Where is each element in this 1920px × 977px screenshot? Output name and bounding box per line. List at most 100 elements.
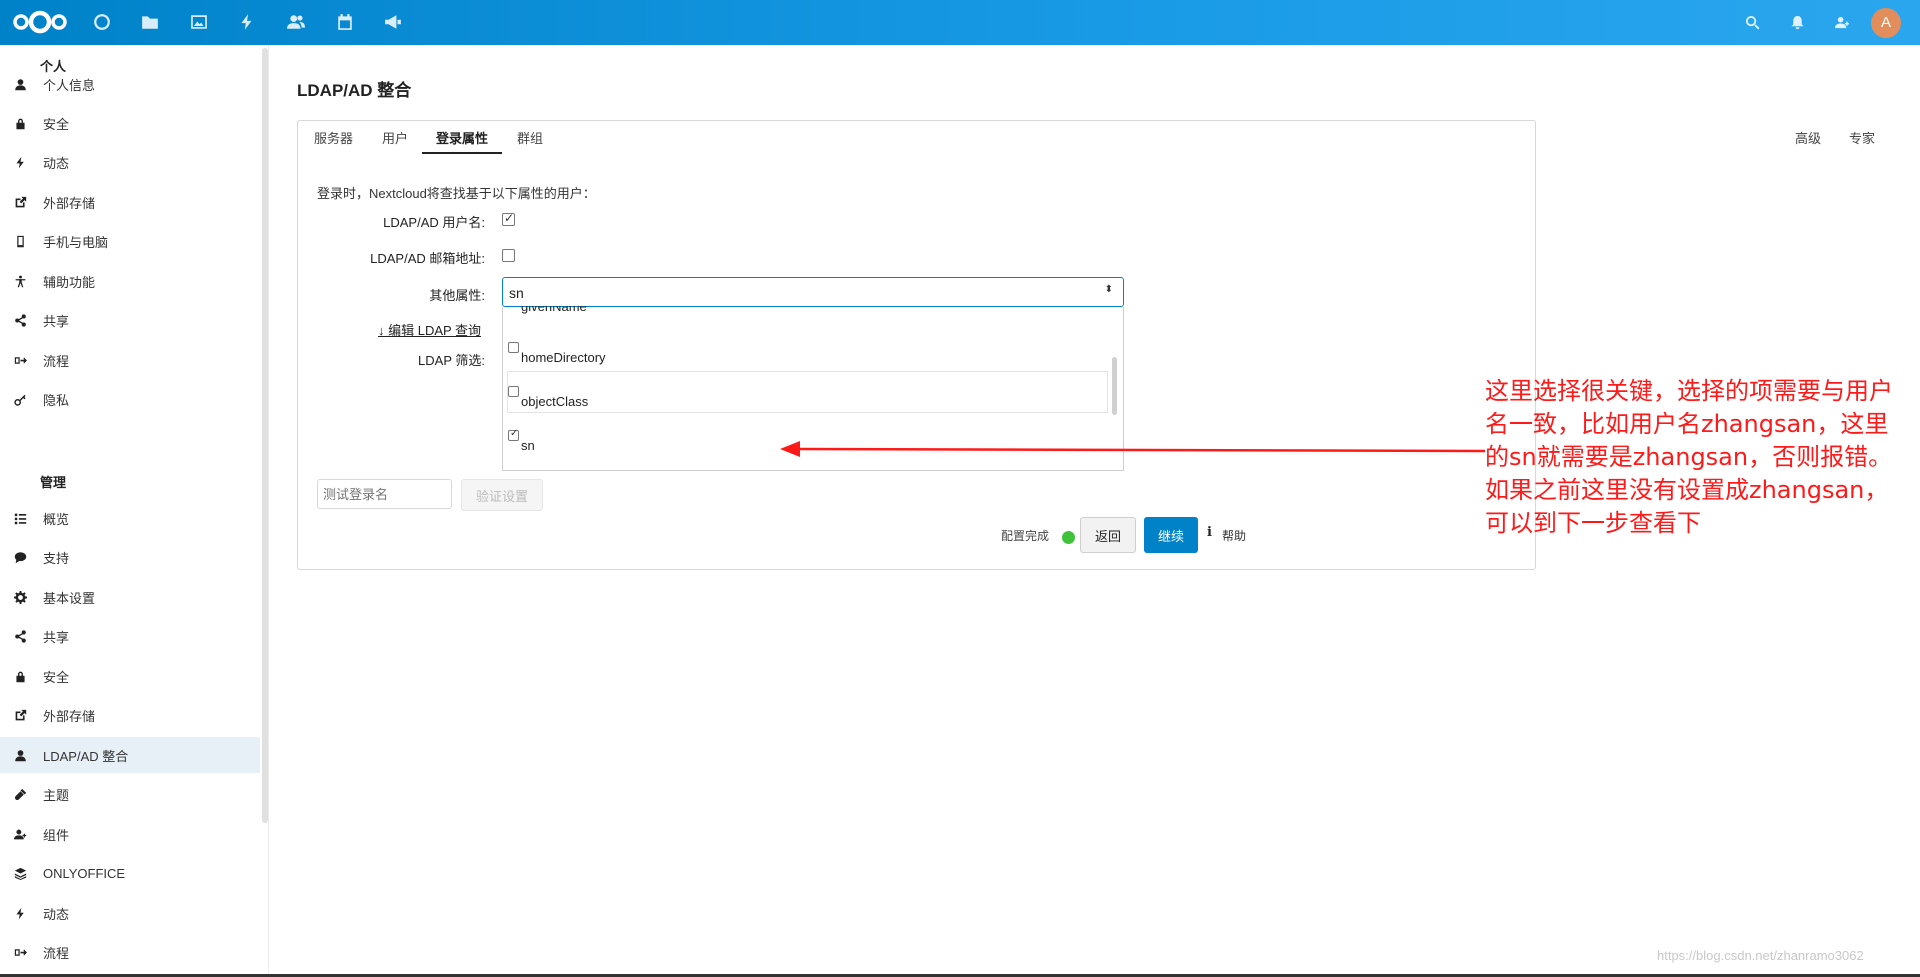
sidebar-item-activity[interactable]: 动态 [0,144,260,180]
sidebar-item-label: 基本设置 [43,590,96,606]
sidebar-item-personal-info[interactable]: 个人信息 [0,66,260,102]
active-tab-indicator [422,152,502,154]
verify-settings-button[interactable]: 验证设置 [461,479,543,511]
files-icon[interactable] [139,11,161,33]
sidebar-item-mobile-desktop[interactable]: 手机与电脑 [0,223,260,259]
sidebar-item-label: 动态 [43,155,70,171]
dropdown-option-homedirectory[interactable]: homeDirectory [521,350,606,365]
sidebar-item-label: 安全 [43,669,70,685]
sidebar-item-admin-sharing[interactable]: 共享 [0,618,260,654]
dropdown-hover-row [507,371,1108,413]
user-icon [13,748,27,762]
sidebar-item-admin-security[interactable]: 安全 [0,658,260,694]
back-button[interactable]: 返回 [1080,517,1136,553]
theming-icon [13,787,27,801]
sidebar-item-label: 外部存储 [43,195,96,211]
page-title: LDAP/AD 整合 [297,81,412,100]
sidebar-item-support[interactable]: 支持 [0,539,260,575]
tab-server[interactable]: 服务器 [314,128,353,147]
sidebar-item-label: 支持 [43,550,70,566]
dropdown-option-sn[interactable]: sn [521,438,535,453]
help-link[interactable]: 帮助 [1222,527,1246,544]
sidebar-item-theming[interactable]: 主题 [0,776,260,812]
tab-users[interactable]: 用户 [382,128,408,147]
test-login-input[interactable] [317,479,452,509]
dropdown-scrollbar[interactable] [1112,357,1117,415]
external-link-icon [13,195,27,209]
tab-advanced[interactable]: 高级 [1795,128,1821,147]
dropdown-option-givenname[interactable]: givenName [521,306,587,316]
continue-button[interactable]: 继续 [1144,517,1198,553]
edit-ldap-query-link[interactable]: ↓ 编辑 LDAP 查询 [378,320,481,339]
dropdown-option-objectclass[interactable]: objectClass [521,394,588,409]
user-icon [13,77,27,91]
annotation-note: 这里选择很关键，选择的项需要与用户名一致，比如用户名zhangsan，这里的sn… [1485,377,1893,537]
sidebar-item-overview[interactable]: 概览 [0,500,260,536]
dashboard-icon[interactable] [91,11,113,33]
notifications-icon[interactable] [1787,12,1807,32]
sidebar-item-label: ONLYOFFICE [43,865,126,881]
announcements-icon[interactable] [382,11,404,33]
sidebar-item-label: 辅助功能 [43,274,96,290]
nextcloud-logo-icon[interactable] [12,8,68,36]
ldap-email-checkbox[interactable] [502,249,515,262]
apps-icon [13,827,27,841]
share-icon [13,629,27,643]
accessibility-icon [13,274,27,288]
status-indicator [1062,531,1075,544]
admin-heading: 管理 [40,475,67,490]
lock-icon [13,116,27,130]
sidebar-item-external-storage[interactable]: 外部存储 [0,184,260,220]
sidebar-item-label: 流程 [43,945,70,961]
contacts-icon[interactable] [285,11,307,33]
sidebar-item-label: 个人信息 [43,77,96,93]
sidebar-item-admin-flow[interactable]: 流程 [0,934,260,970]
flow-icon [13,353,27,367]
sidebar-item-label: 隐私 [43,392,70,408]
contacts-menu-icon[interactable] [1832,12,1852,32]
other-attributes-select[interactable]: sn ⬍ [502,277,1124,307]
onlyoffice-icon [13,866,27,880]
activity-icon[interactable] [236,11,258,33]
activity-icon [13,155,27,169]
calendar-icon[interactable] [334,11,356,33]
share-icon [13,313,27,327]
search-icon[interactable] [1742,12,1762,32]
top-header: A [0,0,1920,45]
sidebar-item-label: 共享 [43,313,70,329]
avatar[interactable]: A [1871,8,1901,38]
sidebar-item-privacy[interactable]: 隐私 [0,381,260,417]
sidebar-item-label: 主题 [43,787,70,803]
sidebar-item-label: 流程 [43,353,70,369]
sidebar-item-admin-external-storage[interactable]: 外部存储 [0,697,260,733]
tab-expert[interactable]: 专家 [1849,128,1875,147]
other-attributes-value: sn [509,285,524,301]
sidebar-item-label: LDAP/AD 整合 [43,748,129,764]
sidebar-item-label: 组件 [43,827,70,843]
photos-icon[interactable] [188,11,210,33]
dropdown-checkbox-sn[interactable]: ✓ [508,428,519,441]
dropdown-checkbox-objectclass[interactable] [508,386,519,397]
sidebar-item-label: 共享 [43,629,70,645]
ldap-username-checkbox[interactable] [502,211,515,226]
sidebar-item-apps[interactable]: 组件 [0,816,260,852]
lock-icon [13,669,27,683]
tab-groups[interactable]: 群组 [517,128,543,147]
sidebar-item-basic-settings[interactable]: 基本设置 [0,579,260,615]
external-link-icon [13,708,27,722]
sidebar-item-label: 手机与电脑 [43,234,109,250]
sidebar-item-ldap[interactable]: LDAP/AD 整合 [0,737,260,773]
sidebar-item-accessibility[interactable]: 辅助功能 [0,263,260,299]
tab-login-attributes[interactable]: 登录属性 [436,128,488,147]
info-icon[interactable]: i [1207,525,1212,540]
sidebar-item-label: 概览 [43,511,70,527]
sidebar-item-flow[interactable]: 流程 [0,342,260,378]
sidebar-item-onlyoffice[interactable]: ONLYOFFICE [0,855,260,891]
sidebar-item-sharing[interactable]: 共享 [0,302,260,338]
sidebar-item-security[interactable]: 安全 [0,105,260,141]
activity-icon [13,906,27,920]
sidebar-item-admin-activity[interactable]: 动态 [0,895,260,931]
dropdown-checkbox-homedirectory[interactable] [508,342,519,353]
settings-sidebar: 个人 个人信息 安全 动态 外部存储 手机与电脑 辅助功能 共享 流程 隐私 管… [0,45,262,977]
ldap-email-label: LDAP/AD 邮箱地址: [370,251,485,266]
